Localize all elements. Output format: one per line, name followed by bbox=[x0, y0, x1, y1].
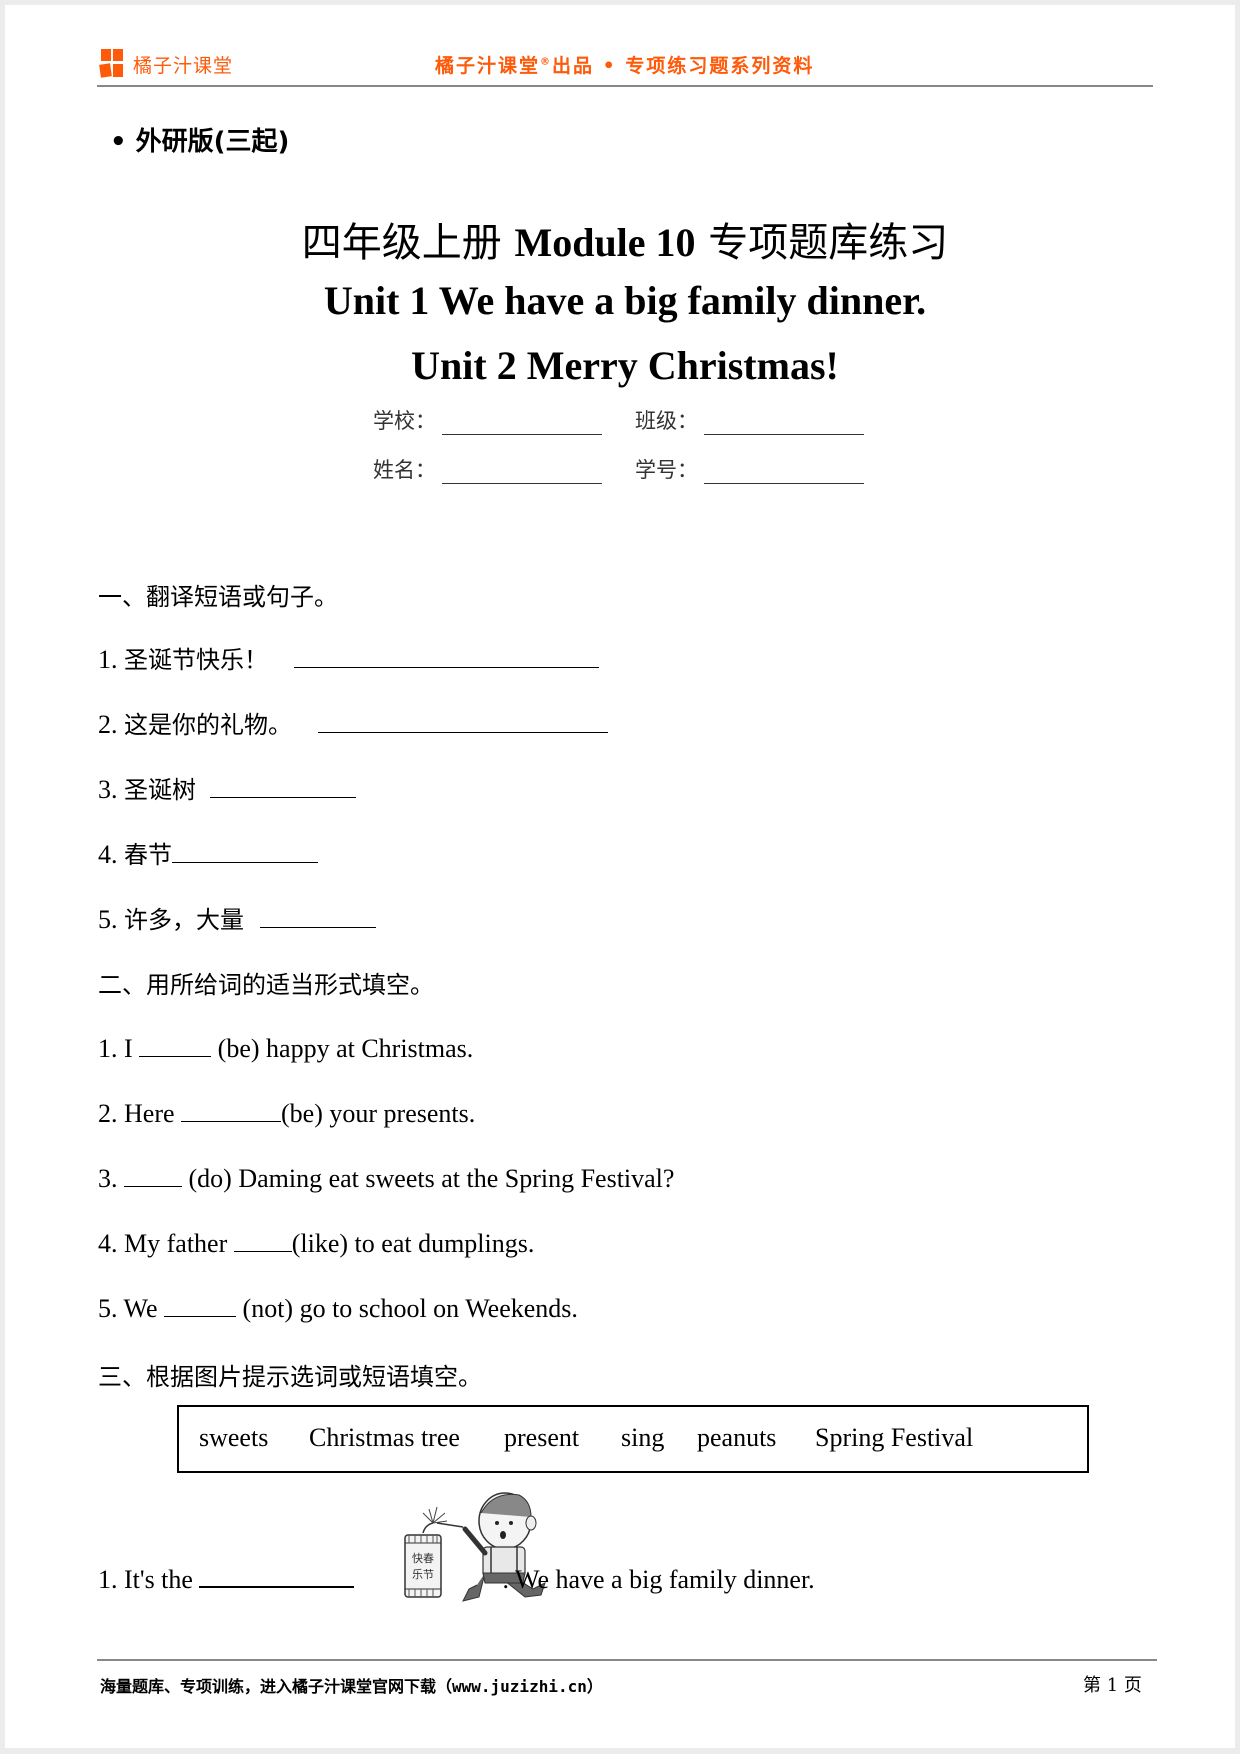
answer-blank[interactable] bbox=[260, 903, 376, 928]
answer-blank[interactable] bbox=[294, 643, 599, 668]
answer-blank[interactable] bbox=[318, 708, 608, 733]
brand-name: 橘子汁课堂 bbox=[133, 55, 234, 77]
item-suffix: (do) Daming eat sweets at the Spring Fes… bbox=[182, 1164, 675, 1193]
school-label: 学校： bbox=[373, 409, 436, 433]
header-tagline: 橘子汁课堂®出品 • 专项练习题系列资料 bbox=[435, 51, 814, 78]
title-unit1: Unit 1 We have a big family dinner. bbox=[323, 278, 927, 323]
item-text: 这是你的礼物。 bbox=[124, 711, 292, 739]
registered-mark: ® bbox=[540, 56, 553, 68]
answer-blank[interactable] bbox=[210, 773, 356, 798]
number-field[interactable]: 学号： bbox=[635, 454, 864, 484]
word-bank-item: sweets bbox=[199, 1423, 269, 1452]
word-bank: sweets Christmas tree present sing peanu… bbox=[177, 1405, 1089, 1473]
section2-item: 5. We (not) go to school on Weekends. bbox=[98, 1292, 578, 1324]
section1-heading: 一、翻译短语或句子。 bbox=[98, 583, 338, 611]
school-input-line[interactable] bbox=[442, 412, 602, 435]
item-number: 5. bbox=[98, 905, 118, 934]
word-bank-item: peanuts bbox=[697, 1423, 777, 1452]
item-text: 许多，大量 bbox=[124, 906, 244, 934]
item-number: 1. bbox=[98, 645, 118, 674]
tagline-text: 出品 • 专项练习题系列资料 bbox=[552, 55, 815, 77]
section1-item: 4. 春节 bbox=[98, 835, 318, 870]
item-number: 2. bbox=[98, 710, 118, 739]
section2-item: 2. Here (be) your presents. bbox=[98, 1097, 475, 1129]
item-suffix: (like) to eat dumplings. bbox=[291, 1229, 535, 1258]
word-bank-item: Christmas tree bbox=[309, 1423, 460, 1452]
document-page: 橘子汁课堂 橘子汁课堂®出品 • 专项练习题系列资料 • 外研版(三起) 四年级… bbox=[5, 5, 1235, 1748]
number-label: 学号： bbox=[635, 458, 698, 482]
section2-heading: 二、用所给词的适当形式填空。 bbox=[98, 971, 434, 999]
section1-item: 2. 这是你的礼物。 bbox=[98, 705, 608, 740]
title-unit2: Unit 2 Merry Christmas! bbox=[411, 343, 839, 388]
section1-item: 1. 圣诞节快乐！ bbox=[98, 640, 599, 675]
item-prefix: 3. bbox=[98, 1164, 124, 1193]
tagline-brand: 橘子汁课堂 bbox=[435, 55, 541, 77]
footer-divider bbox=[97, 1659, 1157, 1661]
number-input-line[interactable] bbox=[704, 461, 864, 484]
header-divider bbox=[97, 85, 1153, 87]
section2-item: 4. My father (like) to eat dumplings. bbox=[98, 1227, 534, 1259]
answer-blank[interactable] bbox=[164, 1292, 237, 1317]
answer-blank[interactable] bbox=[199, 1562, 355, 1588]
answer-blank[interactable] bbox=[124, 1162, 182, 1187]
item-text: 圣诞树 bbox=[124, 776, 196, 804]
item-text: 春节 bbox=[124, 841, 172, 869]
footer-promo: 海量题库、专项训练，进入橘子汁课堂官网下载（www.juzizhi.cn） bbox=[100, 1677, 603, 1696]
class-label: 班级： bbox=[635, 409, 698, 433]
section2-item: 1. I (be) happy at Christmas. bbox=[98, 1032, 473, 1064]
item-prefix: 1. I bbox=[98, 1034, 140, 1063]
item-prefix: 1. It's the bbox=[98, 1565, 200, 1594]
section3-heading: 三、根据图片提示选词或短语填空。 bbox=[98, 1363, 482, 1391]
name-field[interactable]: 姓名： bbox=[373, 454, 602, 484]
item-text: 圣诞节快乐！ bbox=[124, 646, 268, 674]
class-input-line[interactable] bbox=[704, 412, 864, 435]
answer-blank[interactable] bbox=[172, 838, 318, 863]
item-prefix: 2. Here bbox=[98, 1099, 182, 1128]
section1-item: 3. 圣诞树 bbox=[98, 770, 356, 805]
item-suffix: (be) your presents. bbox=[281, 1099, 476, 1128]
answer-blank[interactable] bbox=[233, 1227, 292, 1252]
answer-blank[interactable] bbox=[139, 1032, 212, 1057]
name-label: 姓名： bbox=[373, 458, 436, 482]
answer-blank[interactable] bbox=[181, 1097, 282, 1122]
class-field[interactable]: 班级： bbox=[635, 405, 864, 435]
item-suffix: (not) go to school on Weekends. bbox=[236, 1294, 578, 1323]
section2-item: 3. (do) Daming eat sweets at the Spring … bbox=[98, 1162, 674, 1194]
section1-item: 5. 许多，大量 bbox=[98, 900, 376, 935]
item-number: 4. bbox=[98, 840, 118, 869]
title-main: 四年级上册 Module 10 专项题库练习 bbox=[5, 210, 1240, 268]
item-number: 3. bbox=[98, 775, 118, 804]
title-suffix: 专项题库练习 bbox=[695, 220, 949, 266]
brand-logo-icon bbox=[99, 49, 123, 79]
item-prefix: 4. My father bbox=[98, 1229, 234, 1258]
word-bank-item: present bbox=[504, 1423, 580, 1452]
edition-label: • 外研版(三起) bbox=[110, 127, 290, 157]
school-field[interactable]: 学校： bbox=[373, 405, 602, 435]
title-grade: 四年级上册 bbox=[301, 220, 515, 266]
item-suffix: . We have a big family dinner. bbox=[502, 1565, 815, 1594]
title-module: Module 10 bbox=[514, 220, 696, 265]
word-bank-item: Spring Festival bbox=[815, 1423, 974, 1452]
name-input-line[interactable] bbox=[442, 461, 602, 484]
item-prefix: 5. We bbox=[98, 1294, 165, 1323]
item-suffix: (be) happy at Christmas. bbox=[211, 1034, 474, 1063]
word-bank-item: sing bbox=[621, 1423, 665, 1452]
section3-item: 1. It's the . We have a big family dinne… bbox=[98, 1562, 815, 1595]
page-number: 第 1 页 bbox=[1083, 1675, 1142, 1696]
